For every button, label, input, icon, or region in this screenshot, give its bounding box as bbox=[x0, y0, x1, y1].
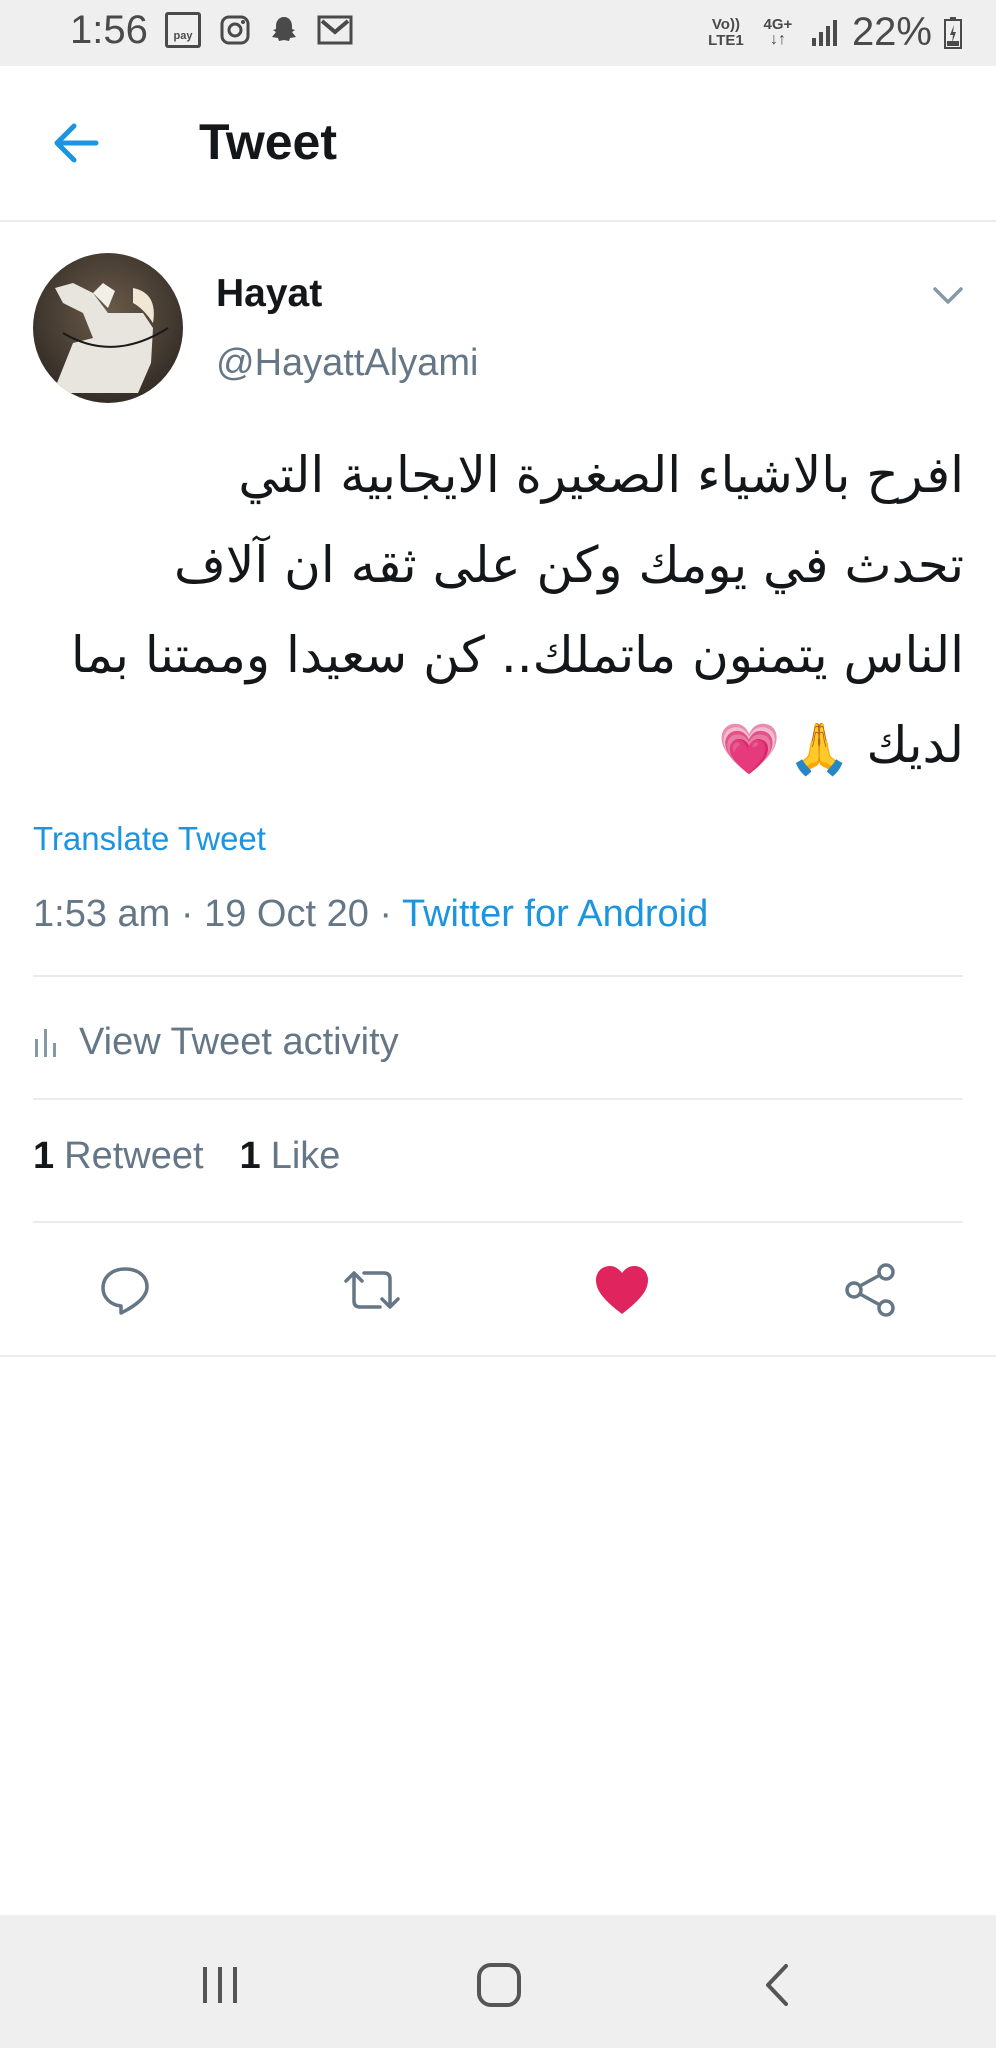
like-button[interactable] bbox=[587, 1255, 657, 1325]
chevron-left-icon bbox=[766, 1964, 788, 2006]
tweet-source-link[interactable]: Twitter for Android bbox=[402, 893, 708, 935]
volte-indicator: Vo)) LTE1 bbox=[708, 15, 744, 49]
back-nav-button[interactable] bbox=[743, 1955, 813, 2015]
retweet-button[interactable] bbox=[337, 1255, 407, 1325]
instagram-icon bbox=[220, 15, 250, 45]
heart-emoji: 💗 bbox=[718, 719, 781, 778]
translate-tweet-link[interactable]: Translate Tweet bbox=[33, 820, 266, 858]
engagement-stats: 1 Retweet 1 Like bbox=[33, 1135, 340, 1178]
battery-percent: 22% bbox=[851, 10, 932, 54]
meta-separator: · bbox=[180, 893, 194, 935]
author-handle[interactable]: @HayattAlyami bbox=[216, 342, 478, 385]
bar-chart-icon bbox=[35, 1029, 56, 1057]
like-stat-label: Like bbox=[270, 1135, 341, 1177]
chevron-down-icon bbox=[933, 287, 963, 304]
tweet-text-line-last: لديك 💗 🙏 bbox=[30, 700, 964, 794]
share-button[interactable] bbox=[835, 1255, 905, 1325]
retweet-count: 1 bbox=[33, 1135, 55, 1177]
like-count: 1 bbox=[239, 1135, 261, 1177]
signal-icon bbox=[811, 19, 837, 46]
recent-apps-button[interactable] bbox=[185, 1955, 255, 2015]
avatar[interactable] bbox=[33, 253, 183, 403]
status-bar: 1:56 pay Vo)) LTE1 4G+ ↓↑ 22% bbox=[0, 0, 996, 66]
battery-icon bbox=[944, 16, 962, 49]
divider bbox=[33, 1221, 963, 1223]
tweet-text-line: الناس يتمنون ماتملك.. كن سعيدا وممتنا بم… bbox=[70, 626, 964, 684]
page-title: Tweet bbox=[199, 114, 337, 170]
tweet-text-line: افرح بالاشياء الصغيرة الايجابية التي bbox=[238, 446, 964, 504]
arrow-left-icon bbox=[54, 123, 99, 163]
tweet-text: افرح بالاشياء الصغيرة الايجابية التي تحد… bbox=[30, 430, 964, 794]
tweet-time: 1:53 am bbox=[33, 893, 171, 935]
home-button[interactable] bbox=[464, 1955, 534, 2015]
status-notification-icons: pay bbox=[165, 12, 353, 48]
status-system-icons: Vo)) LTE1 4G+ ↓↑ 22% bbox=[706, 10, 962, 55]
pray-emoji: 🙏 bbox=[788, 719, 851, 778]
retweet-stat-label: Retweet bbox=[64, 1135, 204, 1177]
gmail-icon bbox=[317, 15, 353, 45]
reply-icon bbox=[101, 1267, 149, 1315]
tweet-text-line: تحدث في يومك وكن على ثقه ان آلاف bbox=[174, 536, 964, 594]
view-tweet-activity-button[interactable]: View Tweet activity bbox=[33, 1012, 399, 1072]
tweet-text-line: لديك bbox=[866, 716, 964, 774]
horse-avatar-image bbox=[33, 253, 183, 403]
view-tweet-activity-label: View Tweet activity bbox=[79, 1020, 399, 1063]
retweet-icon bbox=[344, 1271, 400, 1309]
divider bbox=[33, 975, 963, 977]
like-stat[interactable]: 1 Like bbox=[240, 1135, 341, 1178]
meta-separator: · bbox=[379, 893, 393, 935]
recent-apps-icon bbox=[203, 1967, 237, 2003]
tweet-date: 19 Oct 20 bbox=[204, 893, 369, 935]
tweet-meta: 1:53 am · 19 Oct 20 · Twitter for Androi… bbox=[33, 893, 708, 936]
status-time: 1:56 bbox=[70, 8, 148, 52]
emoji-group: 💗 🙏 bbox=[718, 704, 851, 794]
tweet-action-bar bbox=[0, 1255, 996, 1325]
retweet-stat[interactable]: 1 Retweet bbox=[33, 1135, 204, 1178]
snapchat-icon bbox=[272, 17, 296, 41]
system-nav-bar bbox=[0, 1915, 996, 2048]
divider bbox=[33, 1098, 963, 1100]
pay-icon: pay bbox=[165, 12, 201, 48]
home-icon bbox=[477, 1963, 521, 2007]
tweet-options-button[interactable] bbox=[930, 280, 966, 310]
share-icon bbox=[845, 1263, 895, 1317]
reply-button[interactable] bbox=[90, 1255, 160, 1325]
app-bar: Tweet bbox=[0, 66, 996, 222]
back-button[interactable] bbox=[44, 110, 110, 176]
author-name[interactable]: Hayat bbox=[216, 272, 322, 316]
heart-filled-icon bbox=[596, 1266, 648, 1314]
network-indicator: 4G+ ↓↑ bbox=[763, 15, 793, 48]
divider bbox=[0, 1355, 996, 1357]
